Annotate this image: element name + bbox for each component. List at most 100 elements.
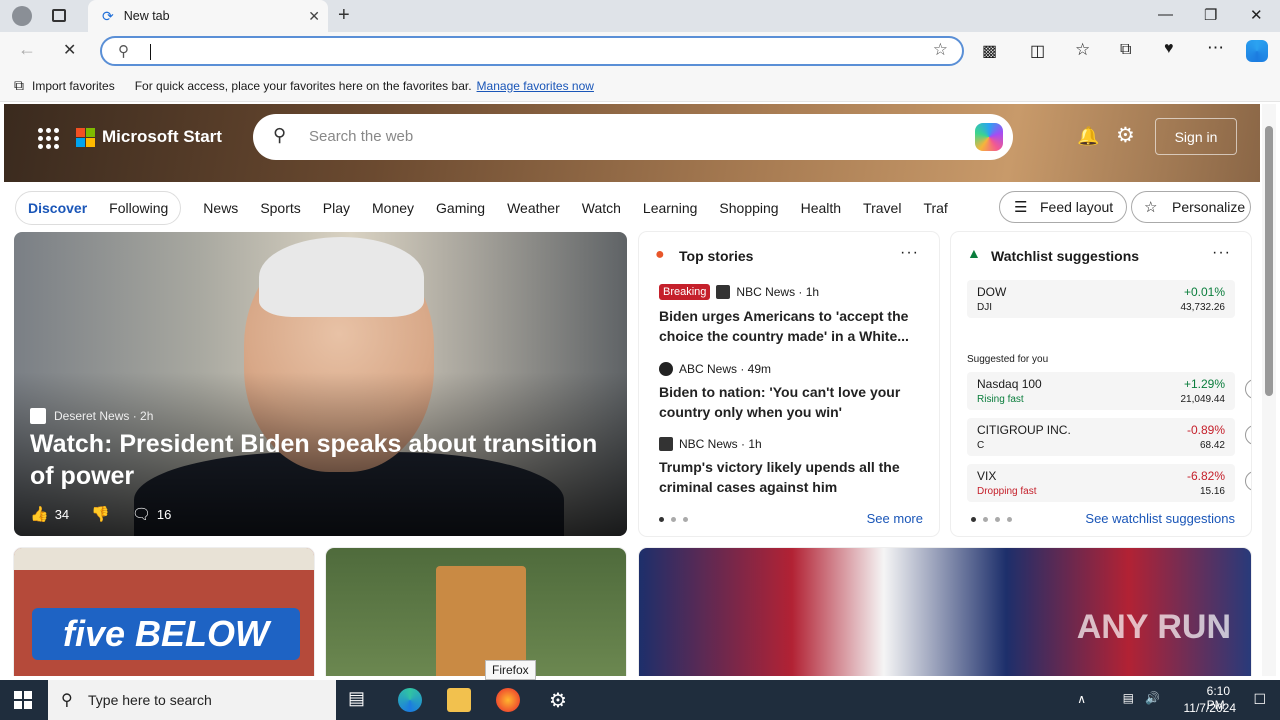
story-item[interactable]: NBC News · 1h Trump's victory likely upe…: [659, 437, 914, 497]
performance-icon[interactable]: ♥: [1164, 40, 1174, 58]
dislike-icon[interactable]: 👎: [91, 505, 110, 523]
nav-item[interactable]: Learning: [643, 200, 698, 216]
add-to-watchlist-button[interactable]: +: [1245, 471, 1251, 491]
copilot-icon[interactable]: [1246, 40, 1268, 62]
nav-item[interactable]: Sports: [260, 200, 300, 216]
settings-gear-icon[interactable]: ⚙: [546, 688, 570, 712]
nav-item[interactable]: Gaming: [436, 200, 485, 216]
close-window-button[interactable]: ✕: [1250, 6, 1263, 24]
nav-item[interactable]: Traf: [923, 200, 947, 216]
stock-symbol: DJI: [977, 302, 992, 313]
volume-icon[interactable]: 🔊: [1145, 691, 1160, 705]
manage-favorites-link[interactable]: Manage favorites now: [477, 79, 594, 93]
settings-gear-icon[interactable]: ⚙: [1116, 123, 1135, 148]
story-title[interactable]: Biden to nation: 'You can't love your co…: [659, 382, 914, 422]
stock-row[interactable]: Nasdaq 100 Rising fast +1.29% 21,049.44 …: [967, 372, 1251, 410]
import-favorites-button[interactable]: Import favorites: [32, 79, 115, 93]
stock-change: +0.01%: [1183, 285, 1225, 299]
add-to-watchlist-button[interactable]: +: [1245, 379, 1251, 399]
back-button[interactable]: ←: [18, 39, 36, 60]
tab-actions-icon[interactable]: [52, 9, 66, 22]
more-options-icon[interactable]: ···: [900, 244, 919, 262]
like-icon[interactable]: 👍: [30, 505, 49, 523]
task-view-icon[interactable]: ▤: [348, 688, 372, 712]
source-logo-icon: [30, 408, 46, 424]
network-icon[interactable]: ▤: [1123, 691, 1134, 705]
nav-item[interactable]: Watch: [582, 200, 621, 216]
copilot-icon[interactable]: [975, 123, 1003, 151]
nav-item[interactable]: Play: [323, 200, 350, 216]
apps-launcher-icon[interactable]: [38, 128, 59, 149]
search-placeholder: Search the web: [309, 128, 414, 145]
nav-item[interactable]: Shopping: [719, 200, 778, 216]
stock-symbol: C: [977, 440, 985, 451]
close-tab-icon[interactable]: ✕: [308, 8, 320, 25]
scrollbar-thumb[interactable]: [1265, 126, 1273, 396]
page-scrollbar[interactable]: [1262, 104, 1276, 676]
tab-discover[interactable]: Discover: [28, 200, 87, 216]
stock-row[interactable]: CITIGROUP INC. C -0.89% 68.42 +: [967, 418, 1251, 456]
extensions-icon[interactable]: ▩: [982, 41, 997, 61]
notifications-bell-icon[interactable]: 🔔: [1077, 126, 1099, 147]
more-options-icon[interactable]: ⋯: [1207, 38, 1224, 58]
birdhouse-card[interactable]: [326, 548, 626, 676]
feed-layout-button[interactable]: ☰ Feed layout: [999, 191, 1127, 223]
nav-item[interactable]: News: [203, 200, 238, 216]
carousel-pager[interactable]: [971, 517, 1012, 522]
five-below-card[interactable]: five BELOW: [14, 548, 314, 676]
collections-icon[interactable]: ⧉: [1120, 41, 1131, 59]
comment-icon[interactable]: 🗨: [132, 505, 151, 523]
favorite-star-icon[interactable]: ☆: [933, 40, 948, 60]
sliders-icon: ☰: [1014, 199, 1028, 216]
main-story-source: Deseret News · 2h: [30, 408, 153, 424]
nav-item[interactable]: Money: [372, 200, 414, 216]
import-icon: ⧉: [14, 77, 24, 93]
favorites-icon[interactable]: ☆: [1075, 40, 1090, 60]
personalize-button[interactable]: ☆ Personalize: [1131, 191, 1251, 223]
restore-button[interactable]: ❐: [1204, 6, 1217, 24]
sign-in-button[interactable]: Sign in: [1155, 118, 1237, 155]
add-to-watchlist-button[interactable]: +: [1245, 425, 1251, 445]
tab-following[interactable]: Following: [109, 200, 168, 216]
address-bar[interactable]: ⚲ ☆: [100, 36, 964, 66]
firefox-icon[interactable]: [496, 688, 520, 712]
trend-icon: ▲: [967, 245, 981, 261]
minimize-button[interactable]: —: [1158, 6, 1173, 23]
web-search-box[interactable]: ⚲ Search the web: [253, 114, 1013, 160]
story-source: NBC News · 1h: [679, 437, 762, 451]
edge-icon[interactable]: [398, 688, 422, 712]
story-title[interactable]: Trump's victory likely upends all the cr…: [659, 457, 914, 497]
stop-button[interactable]: ✕: [63, 40, 76, 60]
story-title[interactable]: Biden urges Americans to 'accept the cho…: [659, 306, 914, 346]
main-story-card[interactable]: Deseret News · 2h Watch: President Biden…: [14, 232, 627, 536]
story-item[interactable]: ABC News · 49m Biden to nation: 'You can…: [659, 362, 914, 422]
stock-row[interactable]: DOW DJI +0.01% 43,732.26: [967, 280, 1235, 318]
stock-price: 68.42: [1199, 440, 1225, 451]
nav-item[interactable]: Health: [801, 200, 841, 216]
nav-item[interactable]: Weather: [507, 200, 560, 216]
chevron-up-icon[interactable]: ∧: [1077, 692, 1086, 706]
more-options-icon[interactable]: ···: [1212, 244, 1231, 262]
photo-hair: [259, 237, 424, 317]
election-card[interactable]: ANY RUN: [639, 548, 1251, 676]
carousel-pager[interactable]: [659, 517, 688, 522]
stock-row[interactable]: VIX Dropping fast -6.82% 15.16 +: [967, 464, 1251, 502]
search-icon: ⚲: [273, 125, 287, 145]
stock-name: DOW: [977, 285, 1007, 299]
split-screen-icon[interactable]: ◫: [1030, 41, 1045, 61]
see-watchlist-link[interactable]: See watchlist suggestions: [1085, 511, 1235, 526]
main-story-title[interactable]: Watch: President Biden speaks about tran…: [30, 428, 600, 492]
tab-new-tab[interactable]: ⟳ New tab ✕: [88, 0, 328, 32]
file-explorer-icon[interactable]: [447, 688, 471, 712]
new-tab-button[interactable]: +: [338, 4, 350, 27]
taskbar-search-box[interactable]: ⚲ Type here to search: [48, 680, 336, 720]
start-button[interactable]: [14, 691, 32, 709]
profile-icon[interactable]: [12, 6, 32, 26]
notifications-icon[interactable]: ☐: [1253, 691, 1266, 708]
clock-date[interactable]: 11/7/2024: [1184, 701, 1237, 715]
story-item[interactable]: Breaking NBC News · 1h Biden urges Americ…: [659, 284, 914, 346]
personalize-icon: ☆: [1144, 199, 1158, 216]
brand-name[interactable]: Microsoft Start: [102, 127, 222, 147]
nav-item[interactable]: Travel: [863, 200, 901, 216]
see-more-link[interactable]: See more: [867, 511, 923, 526]
